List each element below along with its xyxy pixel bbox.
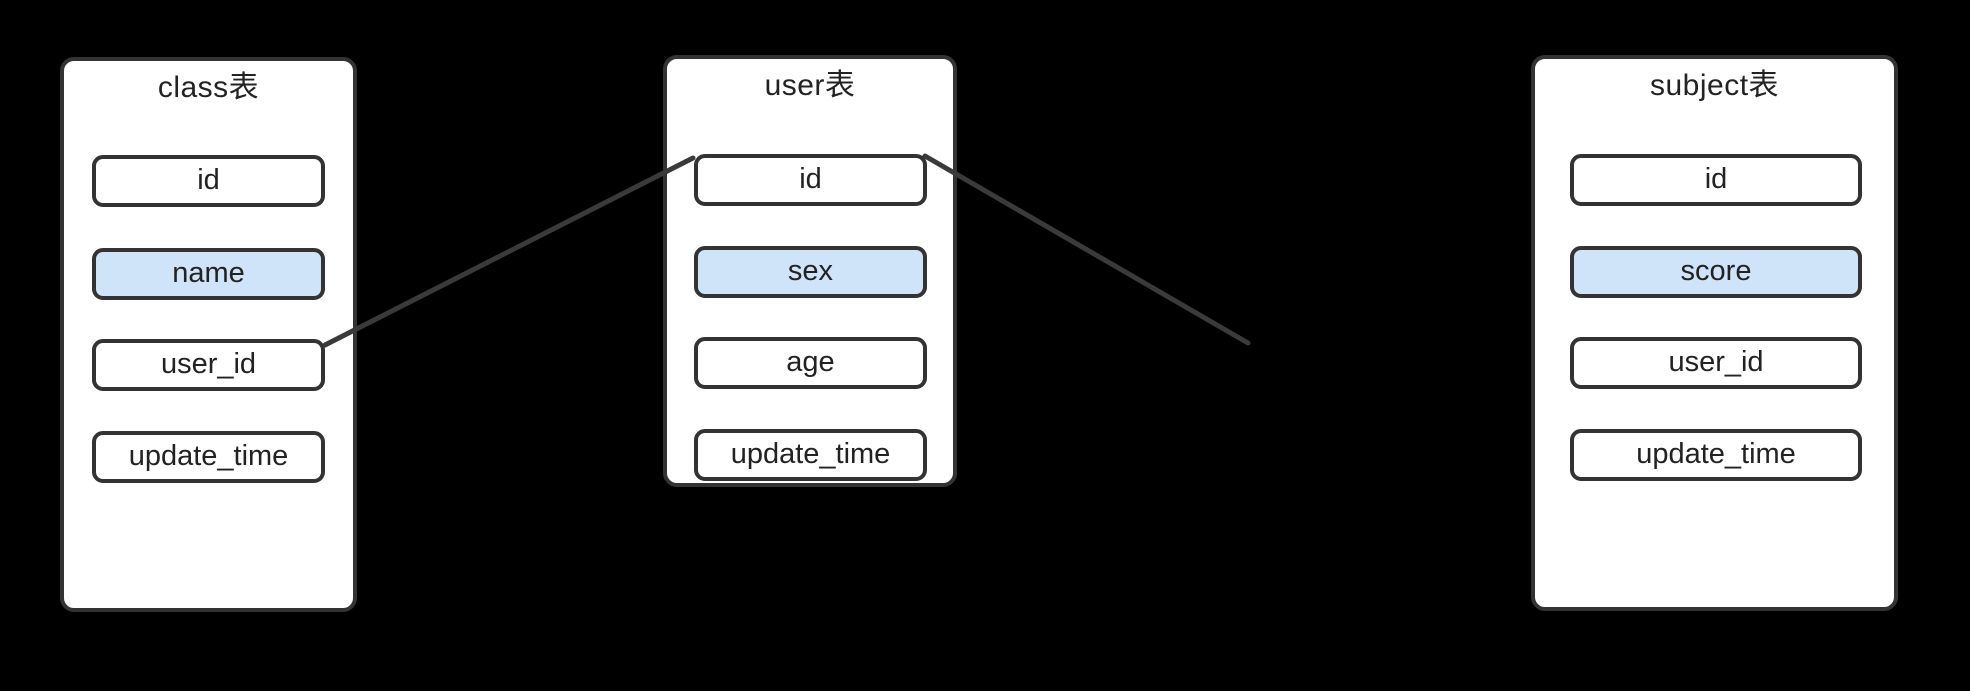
table-title-subject: subject表: [1649, 69, 1780, 102]
field-list-user: id sex age update_time: [667, 101, 953, 483]
field-subject-score[interactable]: score: [1570, 246, 1862, 298]
diagram-canvas: class表 id name user_id update_time user表…: [0, 0, 1970, 691]
field-subject-id[interactable]: id: [1570, 154, 1862, 206]
connector-class-user: [322, 155, 696, 348]
field-label: id: [1704, 162, 1728, 195]
field-class-id[interactable]: id: [92, 155, 325, 207]
field-class-name[interactable]: name: [92, 248, 325, 300]
field-list-class: id name user_id update_time: [64, 103, 353, 608]
connector-user-subject: [922, 153, 1251, 346]
field-subject-update-time[interactable]: update_time: [1570, 429, 1862, 481]
field-label: name: [172, 256, 245, 289]
field-user-id[interactable]: id: [694, 154, 927, 206]
field-label: sex: [787, 254, 834, 287]
table-title-user: user表: [764, 69, 856, 102]
field-class-update-time[interactable]: update_time: [92, 431, 325, 483]
field-list-subject: id score user_id update_time: [1535, 101, 1894, 607]
field-label: update_time: [730, 437, 891, 470]
table-card-class[interactable]: class表 id name user_id update_time: [60, 57, 357, 612]
table-title-class: class表: [157, 71, 260, 104]
table-card-subject[interactable]: subject表 id score user_id update_time: [1531, 55, 1898, 611]
field-label: user_id: [160, 347, 257, 380]
field-label: update_time: [1636, 437, 1796, 470]
field-class-user-id[interactable]: user_id: [92, 339, 325, 391]
field-subject-user-id[interactable]: user_id: [1570, 337, 1862, 389]
field-label: score: [1680, 254, 1752, 287]
field-label: id: [197, 163, 220, 196]
field-label: id: [799, 162, 822, 195]
field-user-update-time[interactable]: update_time: [694, 429, 927, 481]
field-label: age: [786, 345, 835, 378]
field-user-sex[interactable]: sex: [694, 246, 927, 298]
field-label: update_time: [128, 439, 289, 472]
field-label: user_id: [1668, 345, 1764, 378]
table-card-user[interactable]: user表 id sex age update_time: [663, 55, 957, 487]
field-user-age[interactable]: age: [694, 337, 927, 389]
